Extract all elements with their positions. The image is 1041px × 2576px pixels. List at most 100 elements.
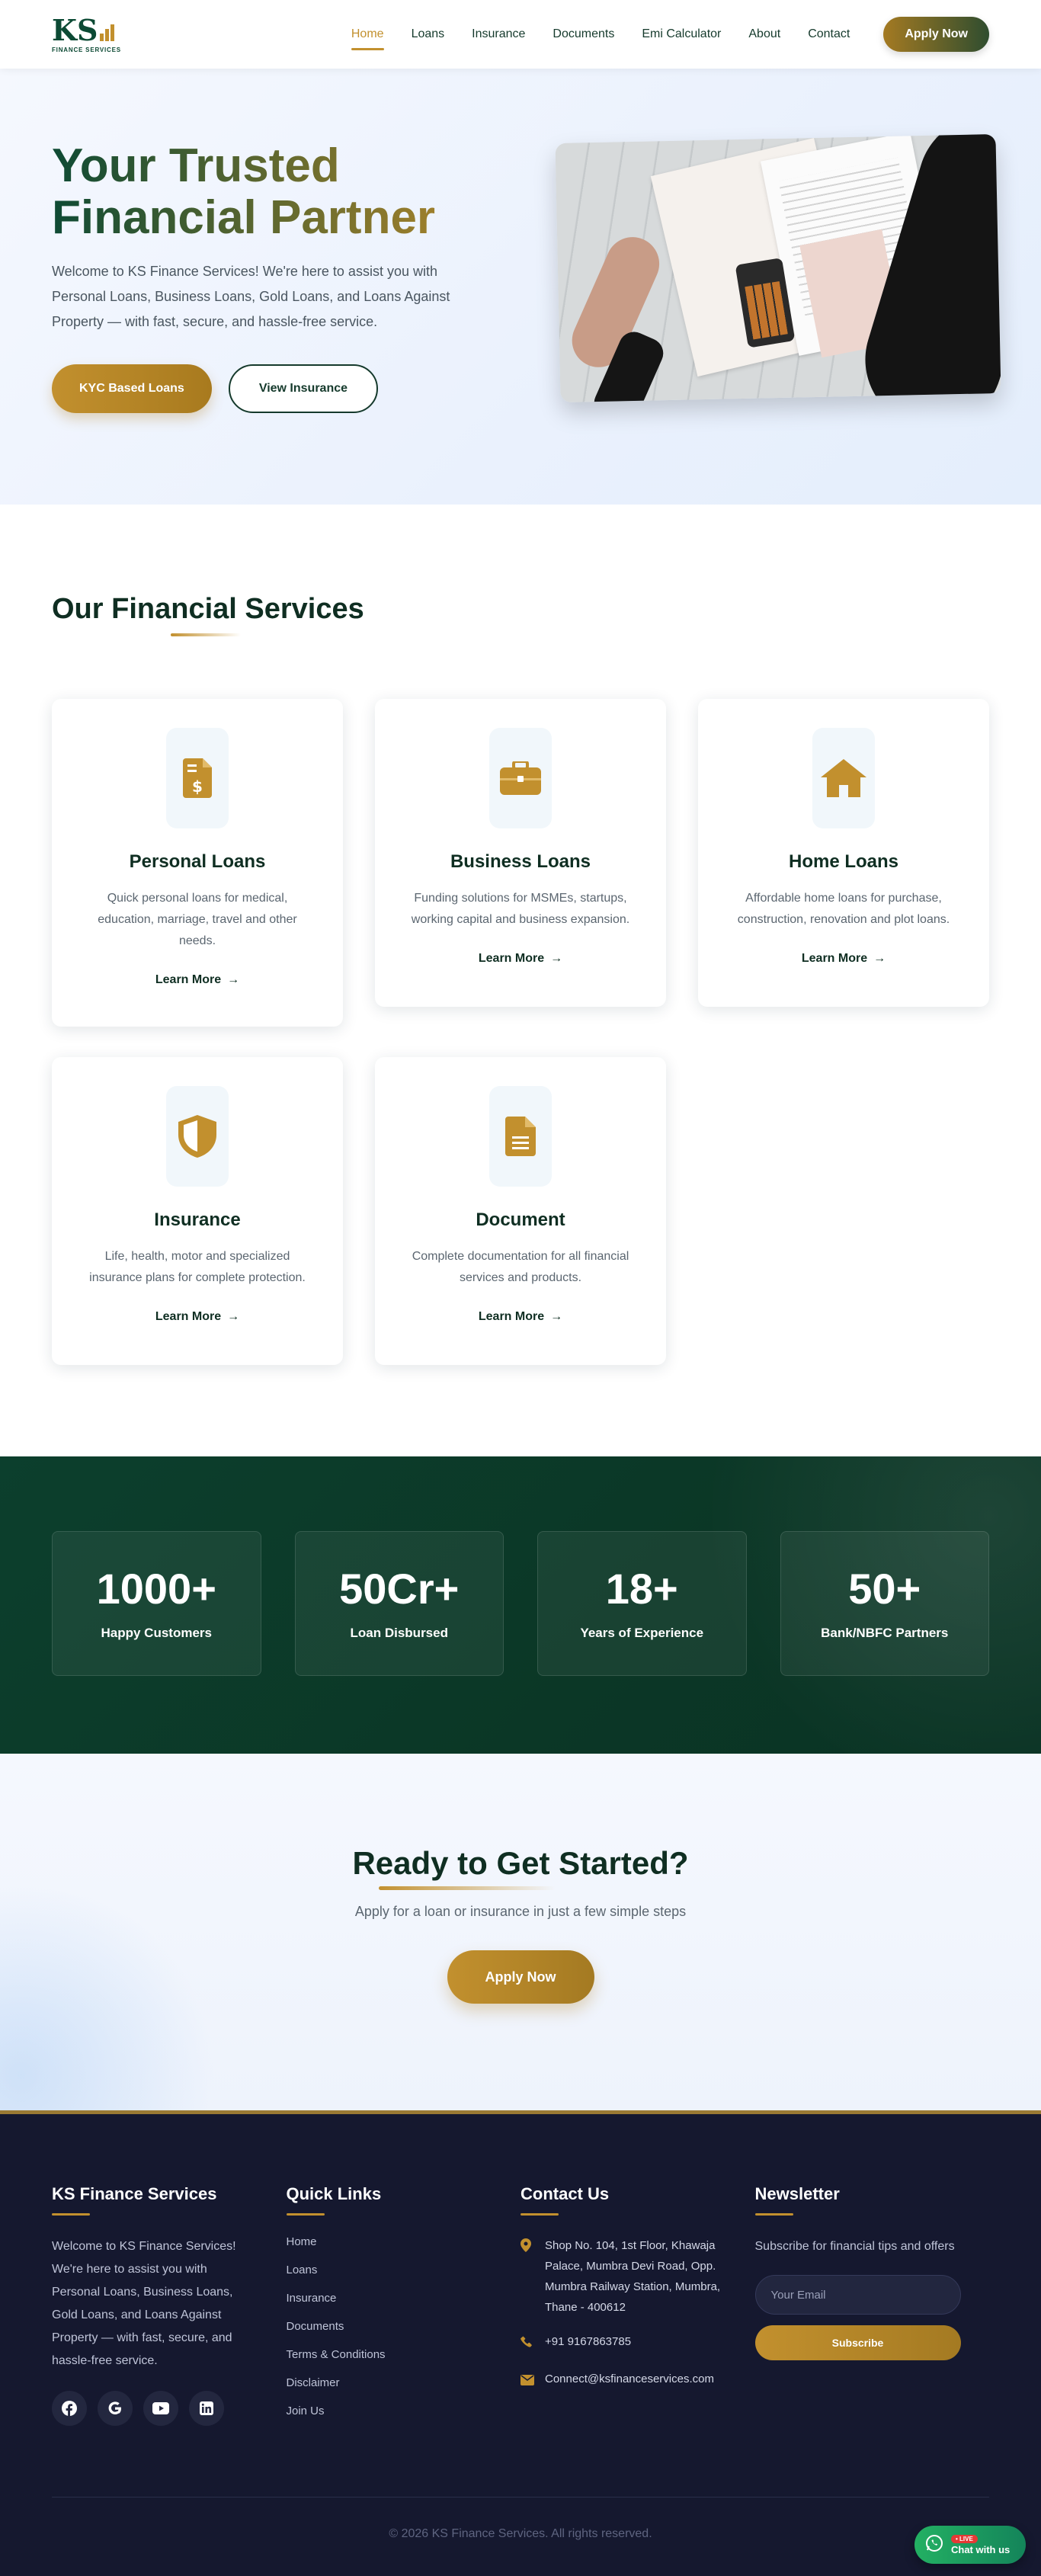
stat-label: Loan Disbursed bbox=[350, 1626, 448, 1640]
hero-section: Your Trusted Financial Partner Welcome t… bbox=[0, 69, 1041, 505]
phone-icon bbox=[520, 2331, 534, 2355]
stat-value: 50Cr+ bbox=[339, 1565, 460, 1613]
newsletter-email-input[interactable] bbox=[754, 2275, 961, 2315]
phone-link[interactable]: +91 9167863785 bbox=[545, 2331, 631, 2355]
card-description: Quick personal loans for medical, educat… bbox=[98, 892, 297, 947]
nav-apply-now-button[interactable]: Apply Now bbox=[883, 17, 989, 52]
facebook-icon[interactable] bbox=[52, 2391, 87, 2426]
footer-about-text: Welcome to KS Finance Services! We're he… bbox=[52, 2240, 236, 2367]
document-icon bbox=[489, 1086, 552, 1187]
linkedin-icon[interactable] bbox=[189, 2391, 224, 2426]
contact-phone: +91 9167863785 bbox=[520, 2331, 755, 2355]
stat-label: Happy Customers bbox=[101, 1626, 212, 1640]
footer-link-documents[interactable]: Documents bbox=[287, 2320, 521, 2333]
nav-link-contact[interactable]: Contact bbox=[808, 23, 850, 46]
footer-title-line bbox=[286, 2213, 325, 2216]
nav-link-emi-calculator[interactable]: Emi Calculator bbox=[642, 23, 721, 46]
nav-links: Home Loans Insurance Documents Emi Calcu… bbox=[351, 17, 989, 52]
briefcase-icon bbox=[489, 728, 552, 828]
card-title: Home Loans bbox=[788, 851, 899, 872]
youtube-icon[interactable] bbox=[143, 2391, 178, 2426]
footer-link-disclaimer[interactable]: Disclaimer bbox=[287, 2376, 521, 2389]
learn-more-label: Learn More bbox=[478, 1310, 545, 1323]
quick-links-title: Quick Links bbox=[286, 2184, 382, 2203]
learn-more-link[interactable]: Learn More → bbox=[479, 1310, 562, 1324]
cta-section: Ready to Get Started? Apply for a loan o… bbox=[0, 1754, 1041, 2110]
footer-contact: Contact Us Shop No. 104, 1st Floor, Khaw… bbox=[520, 2184, 755, 2433]
footer-link-home[interactable]: Home bbox=[287, 2235, 521, 2248]
footer-divider bbox=[52, 2497, 989, 2498]
service-card-home-loans[interactable]: Home Loans Affordable home loans for pur… bbox=[698, 699, 989, 1007]
nav-link-documents[interactable]: Documents bbox=[553, 23, 614, 46]
service-card-insurance[interactable]: Insurance Life, health, motor and specia… bbox=[52, 1057, 343, 1365]
hero-buttons: KYC Based Loans View Insurance bbox=[52, 364, 379, 413]
stat-label: Bank/NBFC Partners bbox=[821, 1626, 949, 1640]
svg-text:$: $ bbox=[192, 777, 203, 796]
title-underline bbox=[171, 633, 241, 636]
whatsapp-chat-button[interactable]: • LIVE Chat with us bbox=[914, 2526, 1026, 2564]
social-links bbox=[52, 2391, 287, 2426]
footer: KS Finance Services Welcome to KS Financ… bbox=[0, 2110, 1041, 2576]
learn-more-link[interactable]: Learn More → bbox=[802, 952, 886, 966]
service-card-document[interactable]: Document Complete documentation for all … bbox=[375, 1057, 666, 1365]
nav-link-loans[interactable]: Loans bbox=[412, 23, 445, 46]
whatsapp-icon bbox=[925, 2534, 943, 2556]
shield-icon bbox=[166, 1086, 229, 1187]
services-title: Our Financial Services bbox=[52, 593, 364, 625]
card-description: Life, health, motor and specialized insu… bbox=[89, 1250, 306, 1284]
google-icon[interactable] bbox=[98, 2391, 133, 2426]
footer-title-line bbox=[52, 2213, 90, 2216]
service-card-personal-loans[interactable]: $ Personal Loans Quick personal loans fo… bbox=[52, 699, 343, 1027]
learn-more-link[interactable]: Learn More → bbox=[155, 973, 239, 987]
footer-link-terms[interactable]: Terms & Conditions bbox=[287, 2348, 521, 2361]
footer-link-loans[interactable]: Loans bbox=[287, 2264, 521, 2276]
stat-loan-disbursed: 50Cr+ Loan Disbursed bbox=[294, 1531, 504, 1676]
stat-value: 18+ bbox=[605, 1565, 678, 1613]
learn-more-label: Learn More bbox=[155, 1310, 222, 1323]
navbar: KS FINANCE SERVICES Home Loans Insurance… bbox=[0, 0, 1041, 69]
nav-link-insurance[interactable]: Insurance bbox=[472, 23, 525, 46]
card-description: Complete documentation for all financial… bbox=[412, 1250, 629, 1284]
learn-more-link[interactable]: Learn More → bbox=[479, 952, 562, 966]
logo-bars-icon bbox=[100, 24, 115, 41]
site-logo[interactable]: KS FINANCE SERVICES bbox=[52, 12, 121, 53]
hero-title: Your Trusted Financial Partner bbox=[52, 140, 509, 244]
contact-email: Connect@ksfinanceservices.com bbox=[520, 2369, 755, 2392]
subscribe-button[interactable]: Subscribe bbox=[754, 2325, 961, 2360]
footer-link-join-us[interactable]: Join Us bbox=[287, 2405, 521, 2417]
logo-mark: KS bbox=[52, 12, 115, 47]
dollar-document-icon: $ bbox=[166, 728, 229, 828]
view-insurance-button[interactable]: View Insurance bbox=[228, 364, 379, 413]
learn-more-label: Learn More bbox=[801, 952, 868, 965]
copyright: © 2026 KS Finance Services. All rights r… bbox=[389, 2527, 652, 2540]
stat-label: Years of Experience bbox=[580, 1626, 704, 1640]
logo-subtitle: FINANCE SERVICES bbox=[52, 46, 121, 53]
nav-link-about[interactable]: About bbox=[748, 23, 780, 46]
stat-years-experience: 18+ Years of Experience bbox=[537, 1531, 747, 1676]
stat-value: 1000+ bbox=[96, 1565, 216, 1613]
card-title: Insurance bbox=[154, 1210, 241, 1230]
services-section: Our Financial Services $ Personal Loans … bbox=[0, 505, 1041, 1456]
footer-quick-links: Quick Links Home Loans Insurance Documen… bbox=[286, 2184, 521, 2433]
logo-text: KS bbox=[52, 12, 98, 47]
card-title: Document bbox=[476, 1210, 565, 1230]
footer-link-insurance[interactable]: Insurance bbox=[287, 2292, 521, 2305]
contact-title: Contact Us bbox=[520, 2184, 610, 2203]
card-title: Personal Loans bbox=[129, 851, 266, 872]
arrow-right-icon: → bbox=[550, 1310, 563, 1323]
newsletter-text: Subscribe for financial tips and offers bbox=[754, 2240, 955, 2253]
hero-description: Welcome to KS Finance Services! We're he… bbox=[52, 264, 450, 329]
arrow-right-icon: → bbox=[227, 973, 240, 986]
stat-partners: 50+ Bank/NBFC Partners bbox=[780, 1531, 989, 1676]
email-link[interactable]: Connect@ksfinanceservices.com bbox=[545, 2369, 714, 2392]
cta-apply-now-button[interactable]: Apply Now bbox=[447, 1950, 594, 2004]
service-card-business-loans[interactable]: Business Loans Funding solutions for MSM… bbox=[375, 699, 666, 1007]
kyc-loans-button[interactable]: KYC Based Loans bbox=[52, 364, 212, 413]
footer-title-line bbox=[754, 2213, 793, 2216]
stat-value: 50+ bbox=[848, 1565, 921, 1613]
learn-more-link[interactable]: Learn More → bbox=[155, 1310, 239, 1324]
footer-newsletter: Newsletter Subscribe for financial tips … bbox=[754, 2184, 990, 2433]
nav-link-home[interactable]: Home bbox=[351, 23, 384, 50]
arrow-right-icon: → bbox=[873, 952, 886, 965]
location-pin-icon bbox=[520, 2235, 534, 2318]
